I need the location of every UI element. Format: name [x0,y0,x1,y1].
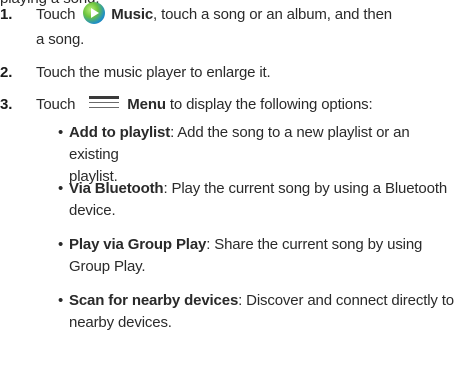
option-title: Add to playlist [69,124,171,141]
menu-icon [89,95,120,111]
step-text-pre: Touch [36,96,76,113]
step-1: 1. Touch Music, touch a song or an album,… [0,2,465,52]
step-number: 1. [0,6,13,23]
list-item: • Via Bluetooth: Play the current song b… [58,178,463,222]
option-description-cont: Group Play. [69,258,146,275]
step-number: 3. [0,96,13,113]
step-text-post: to display the following options: [165,96,373,113]
bullet: • [58,124,64,141]
option-title: Play via Group Play [69,236,207,253]
option-title: Scan for nearby devices [69,292,239,309]
step-number: 2. [0,64,13,81]
option-description: : Share the current song by using [206,236,423,253]
step-text-post: , touch a song or an album, and then [153,6,392,23]
step-text-pre: Touch [36,6,76,23]
music-label: Music [111,6,154,23]
step-3: 3. Touch Menu to display the following op… [0,92,465,117]
list-item: • Play via Group Play: Share the current… [58,234,463,278]
step-body: Touch Menu to display the following optio… [36,92,465,117]
bullet: • [58,236,64,253]
bullet: • [58,292,64,309]
step-text-line2: a song. [36,31,85,48]
bullet: • [58,180,64,197]
manual-page: playing a song. 1. TouchMusic, touch a s… [0,0,469,366]
step-body: Touch Music, touch a song or an album, an… [36,2,465,52]
option-description: : Play the current song by using a Bluet… [163,180,448,197]
menu-label: Menu [127,96,166,113]
step-2: 2. Touch the music player to enlarge it. [0,60,465,85]
music-app-icon [83,2,106,25]
list-item: • Scan for nearby devices: Discover and … [58,290,463,334]
option-description: : Discover and connect directly to [238,292,454,309]
option-description-cont: device. [69,202,116,219]
step-body: Touch the music player to enlarge it. [36,64,271,81]
option-description-cont: nearby devices. [69,314,172,331]
option-title: Via Bluetooth [69,180,164,197]
